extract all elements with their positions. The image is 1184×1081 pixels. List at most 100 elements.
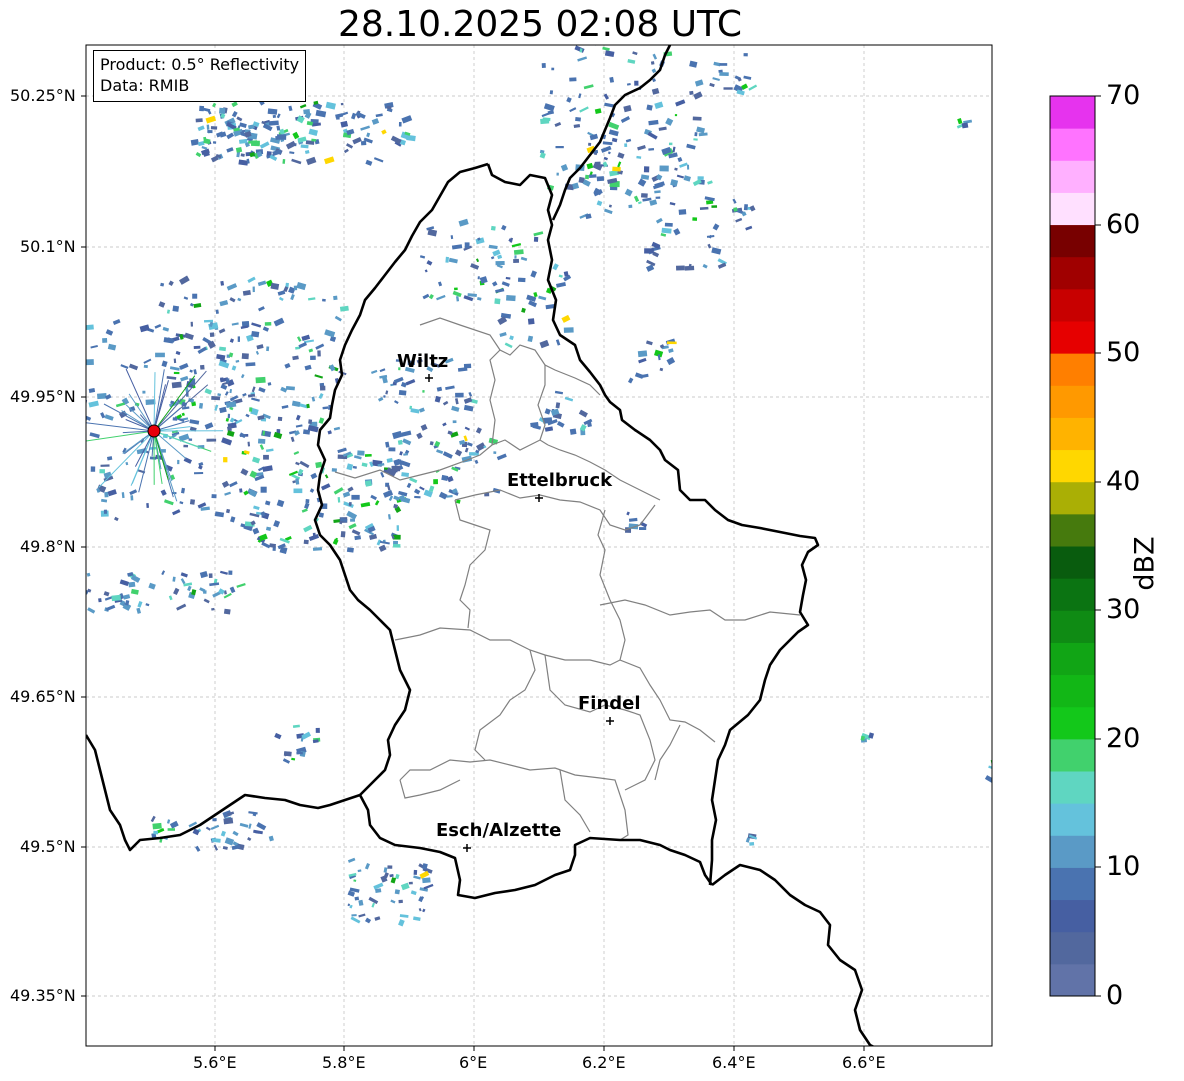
radar-echo-cell (357, 450, 365, 456)
radar-echo-cell (528, 300, 538, 308)
radar-echo-cell (410, 408, 420, 414)
radar-echo-cell (172, 576, 176, 582)
radar-echo-cell (292, 131, 300, 140)
radar-echo-cell (390, 899, 396, 904)
radar-echo-cell (549, 90, 554, 95)
radar-map (40, 19, 1101, 1051)
radar-echo-cell (268, 835, 274, 842)
radar-echo-cell (195, 845, 201, 852)
radar-echo-cell (235, 359, 240, 363)
radar-echo-cell (75, 326, 85, 332)
radar-echo-cell (561, 314, 571, 323)
colorbar-tick-label: 20 (1106, 723, 1141, 754)
radar-echo-cell (360, 501, 371, 508)
radar-echo-cell (575, 117, 581, 122)
radar-echo-cell (79, 438, 85, 443)
radar-echo-cell (651, 68, 657, 74)
radar-echo-cell (40, 476, 44, 479)
radar-echo-cell (637, 145, 646, 151)
radar-echo-cell (333, 487, 344, 495)
lat-tick-label: 49.8°N (20, 537, 76, 556)
radar-echo-cell (240, 374, 245, 379)
radar-echo-cell (712, 223, 720, 231)
radar-echo-cell (365, 480, 372, 487)
radar-echo-cell (620, 116, 631, 123)
radar-echo-cell (81, 608, 85, 614)
lon-tick-label: 6.2°E (582, 1053, 626, 1072)
radar-echo-cell (659, 165, 669, 172)
radar-echo-cell (527, 335, 534, 343)
radar-echo-cell (387, 865, 393, 869)
radar-echo-cell (637, 350, 648, 358)
radar-echo-cell (655, 217, 663, 224)
radar-echo-cell (121, 492, 125, 499)
radar-echo-cell (285, 140, 297, 150)
radar-echo-cell (301, 508, 308, 513)
radar-echo-cell (107, 343, 117, 351)
radar-echo-cell (57, 475, 67, 482)
radar-echo-cell (146, 502, 150, 508)
radar-echo-cell (195, 118, 203, 123)
radar-echo-cell (218, 107, 226, 114)
radar-echo-cell (637, 178, 647, 187)
colorbar-segment (1050, 835, 1095, 868)
colorbar-segment (1050, 513, 1095, 547)
radar-echo-cell (398, 122, 402, 127)
radar-echo-cell (713, 61, 721, 67)
radar-echo-cell (419, 255, 426, 259)
radar-echo-cell (221, 437, 233, 446)
radar-echo-cell (454, 449, 463, 457)
colorbar-segment (1050, 256, 1095, 290)
radar-echo-cell (527, 318, 535, 325)
radar-echo-cell (402, 438, 412, 446)
radar-echo-cell (247, 276, 256, 283)
radar-echo-cell (267, 382, 272, 386)
radar-echo-cell (351, 529, 361, 536)
radar-echo-cell (304, 364, 312, 371)
radar-echo-cell (259, 444, 265, 451)
radar-echo-cell (218, 328, 226, 334)
radar-echo-cell (608, 121, 620, 130)
radar-echo-cell (190, 139, 199, 146)
radar-echo-cell (122, 594, 131, 600)
radar-echo-cell (229, 586, 236, 594)
radar-echo-cell (723, 87, 733, 90)
radar-echo-cell (299, 460, 310, 469)
radar-echo-cell (463, 363, 472, 369)
radar-echo-cell (228, 570, 233, 575)
radar-echo-cell (238, 159, 249, 166)
radar-echo-cell (666, 36, 674, 40)
radar-echo-cell (398, 919, 405, 927)
colorbar-segment (1050, 96, 1095, 129)
radar-echo-cell (666, 33, 670, 37)
radar-echo-cell (241, 353, 249, 360)
radar-echo-cell (624, 188, 633, 197)
radar-echo-cell (560, 164, 569, 172)
radar-echo-cell (210, 126, 218, 130)
radar-echo-cell (350, 518, 355, 522)
radar-echo-cell (152, 822, 162, 830)
radar-echo-cell (105, 329, 114, 336)
radar-echo-cell (231, 322, 239, 326)
radar-echo-cell (521, 307, 526, 313)
radar-echo-cell (259, 141, 270, 149)
radar-echo-cell (101, 498, 108, 503)
radar-echo-cell (666, 341, 677, 345)
radar-echo-cell (314, 374, 324, 379)
radar-echo-cell (290, 293, 295, 301)
radar-echo-cell (50, 435, 55, 440)
radar-echo-cell (648, 119, 659, 126)
radar-echo-cell (364, 453, 372, 457)
radar-echo-cell (251, 386, 256, 393)
radar-echo-cell (179, 501, 184, 505)
radar-echo-cell (533, 231, 544, 237)
radar-echo-cell (247, 441, 251, 447)
radar-echo-cell (56, 327, 60, 333)
radar-echo-cell (255, 376, 266, 384)
radar-echo-cell (692, 19, 701, 25)
radar-echo-cell (638, 201, 642, 205)
radar-echo-cell (580, 23, 590, 29)
radar-echo-cell (150, 815, 156, 823)
radar-echo-cell (426, 260, 433, 266)
radar-echo-cell (453, 287, 458, 291)
